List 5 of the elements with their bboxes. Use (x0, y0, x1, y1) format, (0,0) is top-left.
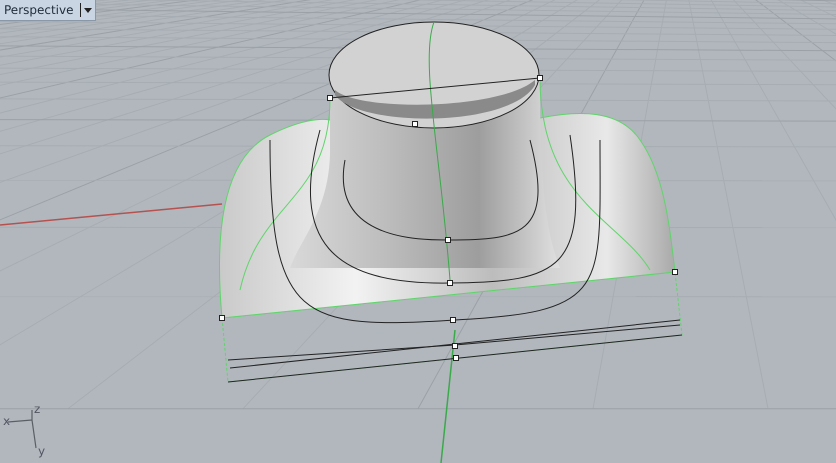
viewport-menu-button[interactable] (80, 3, 94, 17)
caret-icon (84, 8, 92, 12)
axis-label: z (34, 402, 40, 416)
axis-label: x (3, 414, 10, 428)
axis-label: y (38, 444, 46, 458)
